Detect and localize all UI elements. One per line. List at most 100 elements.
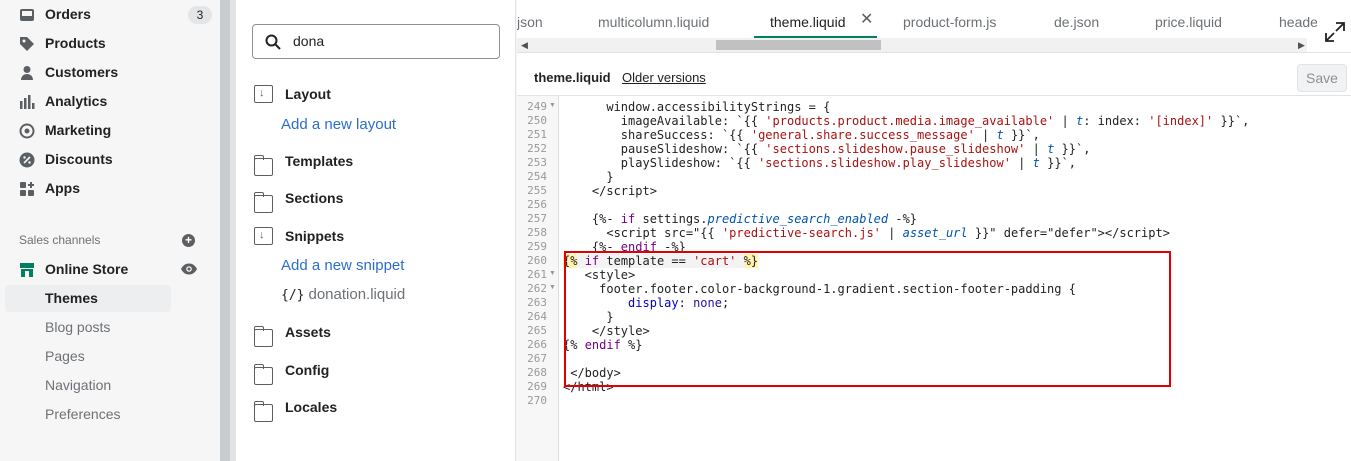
folder-icon — [253, 326, 273, 347]
line-number: 251 — [527, 128, 547, 141]
fold-arrow-icon[interactable]: ▼ — [549, 270, 556, 277]
tab-json[interactable]: json — [517, 14, 543, 30]
sidebar-item-label: Customers — [45, 64, 119, 80]
sidebar-item-analytics[interactable]: Analytics — [5, 88, 171, 115]
folder-label: Snippets — [285, 228, 345, 244]
line-number: 267 — [527, 352, 547, 365]
fullscreen-icon[interactable] — [1325, 22, 1345, 42]
folder-label: Templates — [285, 153, 354, 169]
admin-sidebar: Orders 3 Products Customers Analytics Ma… — [0, 0, 220, 461]
folder-templates[interactable]: Templates — [253, 150, 354, 176]
scrollbar-thumb[interactable] — [716, 40, 881, 50]
folder-assets[interactable]: Assets — [253, 321, 331, 347]
snippet-file-donation[interactable]: {/} donation.liquid — [281, 286, 405, 303]
fold-arrow-icon[interactable]: ▼ — [549, 284, 556, 291]
sales-channels-label: Sales channels — [19, 233, 101, 247]
line-number: 263 — [527, 296, 547, 309]
target-icon — [18, 122, 36, 140]
sidebar-item-label: Online Store — [45, 261, 129, 277]
folder-label: Locales — [285, 399, 338, 415]
code-line: playSlideshow: `{{ 'sections.slideshow.p… — [563, 156, 1076, 170]
line-number: 253 — [527, 156, 547, 169]
save-button[interactable]: Save — [1297, 64, 1347, 92]
older-versions-link[interactable]: Older versions — [622, 70, 706, 85]
line-number-gutter: 249 ▼ 250 251 252 253 254 255 256 257 258… — [517, 96, 559, 461]
sidebar-item-preferences[interactable]: Preferences — [5, 401, 171, 428]
tab-de-json[interactable]: de.json — [1054, 14, 1099, 30]
folder-label: Sections — [285, 190, 344, 206]
sidebar-item-label: Navigation — [45, 377, 112, 393]
code-line: {%- if settings.predictive_search_enable… — [563, 212, 918, 226]
add-snippet-link[interactable]: Add a new snippet — [281, 257, 404, 274]
tabs-horizontal-scrollbar[interactable]: ◀ ▶ — [517, 38, 1307, 52]
line-number: 266 — [527, 338, 547, 351]
line-number: 250 — [527, 114, 547, 127]
code-editor-panel: json multicolumn.liquid theme.liquid pro… — [517, 0, 1351, 461]
tab-product-form[interactable]: product-form.js — [903, 14, 996, 30]
folder-open-icon: ↓ — [254, 85, 273, 103]
sidebar-item-apps[interactable]: Apps — [5, 175, 171, 202]
sidebar-item-themes[interactable]: Themes — [5, 285, 171, 312]
folder-label: Assets — [285, 324, 331, 340]
folder-icon — [253, 364, 273, 385]
highlight-annotation-box — [564, 251, 1171, 387]
line-number: 270 — [527, 394, 547, 407]
close-tab-icon[interactable]: ✕ — [860, 12, 873, 28]
search-icon — [265, 34, 281, 50]
sidebar-item-label: Pages — [45, 348, 85, 364]
line-number: 249 — [527, 100, 547, 113]
line-number: 257 — [527, 212, 547, 225]
folder-sections[interactable]: Sections — [253, 187, 344, 213]
tag-icon — [18, 35, 36, 53]
add-channel-icon[interactable]: + — [182, 234, 195, 247]
sidebar-item-label: Apps — [45, 180, 80, 196]
sidebar-item-online-store[interactable]: Online Store — [5, 256, 171, 283]
line-number: 258 — [527, 226, 547, 239]
file-search-input[interactable] — [293, 33, 493, 49]
apps-icon — [18, 180, 36, 198]
line-number: 265 — [527, 324, 547, 337]
folder-config[interactable]: Config — [253, 359, 329, 385]
line-number: 262 — [527, 282, 547, 295]
sidebar-item-pages[interactable]: Pages — [5, 343, 171, 370]
sidebar-item-customers[interactable]: Customers — [5, 59, 171, 86]
line-number: 256 — [527, 198, 547, 211]
sidebar-item-label: Marketing — [45, 122, 112, 138]
sidebar-item-label: Themes — [45, 290, 98, 306]
sidebar-item-blog-posts[interactable]: Blog posts — [5, 314, 171, 341]
sidebar-item-discounts[interactable]: Discounts — [5, 146, 171, 173]
tab-multicolumn[interactable]: multicolumn.liquid — [598, 14, 709, 30]
sidebar-item-marketing[interactable]: Marketing — [5, 117, 171, 144]
discount-icon — [18, 151, 36, 169]
eye-icon[interactable] — [180, 262, 198, 275]
file-search-box[interactable] — [252, 24, 500, 59]
divider — [517, 52, 1351, 53]
fold-arrow-icon[interactable]: ▼ — [549, 102, 556, 109]
sidebar-item-products[interactable]: Products — [5, 30, 171, 57]
tab-price-liquid[interactable]: price.liquid — [1155, 14, 1222, 30]
line-number: 261 — [527, 268, 547, 281]
sidebar-item-label: Blog posts — [45, 319, 111, 335]
folder-snippets[interactable]: ↓ Snippets — [254, 225, 344, 247]
inbox-icon — [18, 6, 36, 24]
line-number: 252 — [527, 142, 547, 155]
sidebar-item-label: Products — [45, 35, 106, 51]
code-line: window.accessibilityStrings = { — [563, 100, 831, 114]
line-number: 254 — [527, 170, 547, 183]
scroll-left-icon[interactable]: ◀ — [521, 40, 528, 51]
sidebar-item-orders[interactable]: Orders 3 — [5, 1, 212, 28]
sidebar-item-navigation[interactable]: Navigation — [5, 372, 171, 399]
folder-layout[interactable]: ↓ Layout — [254, 83, 331, 105]
tab-theme-liquid[interactable]: theme.liquid — [770, 14, 846, 30]
folder-locales[interactable]: Locales — [253, 396, 338, 422]
sidebar-item-label: Discounts — [45, 151, 113, 167]
line-number: 269 — [527, 380, 547, 393]
bar-chart-icon — [18, 93, 36, 111]
scroll-right-icon[interactable]: ▶ — [1298, 40, 1305, 51]
line-number: 259 — [527, 240, 547, 253]
folder-icon — [253, 192, 273, 213]
code-line: <script src="{{ 'predictive-search.js' |… — [563, 226, 1170, 240]
tab-header[interactable]: heade — [1279, 14, 1317, 30]
add-layout-link[interactable]: Add a new layout — [281, 116, 396, 133]
